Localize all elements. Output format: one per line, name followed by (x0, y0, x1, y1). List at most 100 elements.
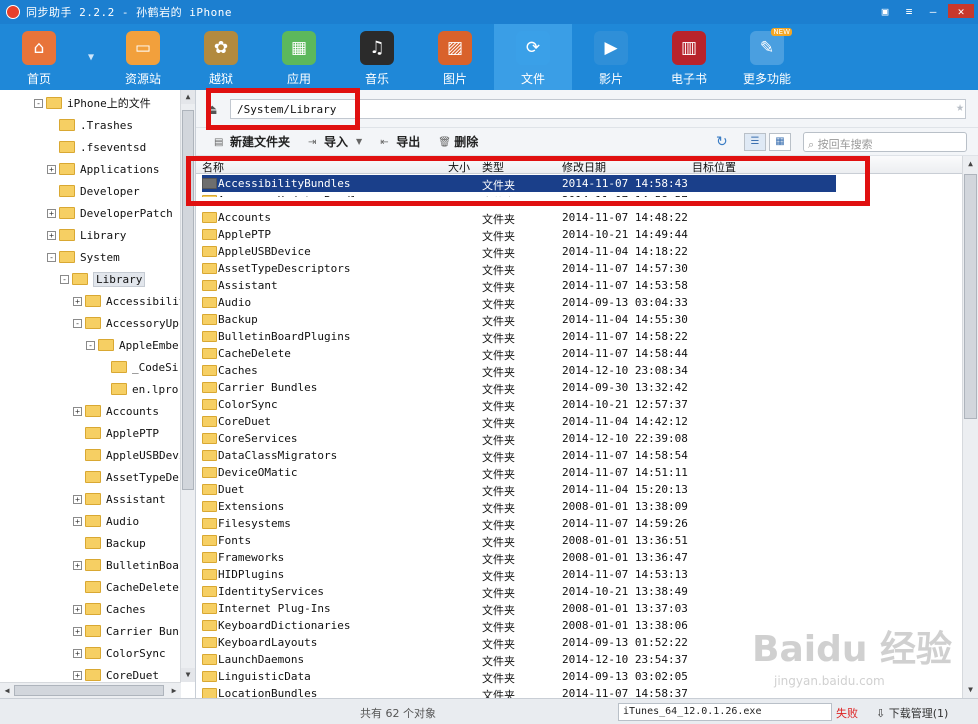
scrollbar-thumb[interactable] (14, 685, 164, 696)
file-row[interactable]: LinguisticData 文件夹 2014-09-13 03:02:05 (196, 668, 962, 685)
feedback-icon[interactable]: ▣ (876, 4, 894, 18)
scroll-up-arrow-icon[interactable]: ▲ (963, 156, 978, 172)
menu-icon[interactable]: ≡ (900, 4, 918, 18)
file-row[interactable]: LaunchDaemons 文件夹 2014-12-10 23:54:37 (196, 651, 962, 668)
file-row[interactable]: Filesystems 文件夹 2014-11-07 14:59:26 (196, 515, 962, 532)
tree-node[interactable]: - System (47, 248, 120, 266)
file-row[interactable]: ApplePTP 文件夹 2014-10-21 14:49:44 (196, 226, 962, 243)
tree-node[interactable]: _CodeSi (99, 358, 178, 376)
refresh-icon[interactable]: ↻ (716, 134, 728, 150)
expand-icon[interactable]: + (47, 230, 56, 240)
tree-node[interactable]: .Trashes (47, 116, 133, 134)
scroll-down-arrow-icon[interactable]: ▼ (963, 682, 978, 698)
tree-node[interactable]: AssetTypeDes (73, 468, 185, 486)
file-row[interactable]: Backup 文件夹 2014-11-04 14:55:30 (196, 311, 962, 328)
scroll-down-arrow-icon[interactable]: ▼ (181, 668, 195, 682)
tree-node[interactable]: - AccessoryUpc (73, 314, 185, 332)
tree-node[interactable]: en.lpro (99, 380, 178, 398)
tree-node[interactable]: - Library (60, 270, 146, 288)
file-row[interactable]: Internet Plug-Ins 文件夹 2008-01-01 13:37:03 (196, 600, 962, 617)
file-row[interactable]: Caches 文件夹 2014-12-10 23:08:34 (196, 362, 962, 379)
tree-node[interactable]: + DeveloperPatch (47, 204, 173, 222)
file-row[interactable]: LocationBundles 文件夹 2014-11-07 14:58:37 (196, 685, 962, 698)
file-row[interactable]: KeyboardLayouts 文件夹 2014-09-13 01:52:22 (196, 634, 962, 651)
collapse-icon[interactable]: - (34, 98, 43, 108)
file-row[interactable]: Frameworks 文件夹 2008-01-01 13:36:47 (196, 549, 962, 566)
expand-icon[interactable]: + (73, 626, 82, 636)
favorite-star-icon[interactable]: ★ (956, 100, 964, 115)
scroll-up-arrow-icon[interactable]: ▲ (181, 90, 195, 104)
chevron-down-icon[interactable]: ▼ (78, 24, 104, 90)
collapse-icon[interactable]: - (86, 340, 95, 350)
expand-icon[interactable]: + (47, 164, 56, 174)
tree-node[interactable]: Backup (73, 534, 146, 552)
file-row[interactable]: BulletinBoardPlugins 文件夹 2014-11-07 14:58:… (196, 328, 962, 345)
minimize-button[interactable]: — (924, 4, 942, 18)
toolbar-item-8[interactable]: ▥ 电子书 (650, 24, 728, 90)
file-row[interactable]: CoreServices 文件夹 2014-12-10 22:39:08 (196, 430, 962, 447)
file-row[interactable]: Assistant 文件夹 2014-11-07 14:53:58 (196, 277, 962, 294)
expand-icon[interactable]: + (73, 494, 82, 504)
file-row[interactable]: KeyboardDictionaries 文件夹 2008-01-01 13:38:… (196, 617, 962, 634)
grid-view-icon[interactable]: ▦ (769, 133, 791, 151)
expand-icon[interactable]: + (73, 560, 82, 570)
chevron-down-icon[interactable]: ▼ (356, 137, 362, 146)
close-button[interactable]: ✕ (948, 4, 974, 18)
list-view-icon[interactable]: ☰ (744, 133, 766, 151)
tree-node[interactable]: + Assistant (73, 490, 166, 508)
scroll-left-arrow-icon[interactable]: ◀ (0, 683, 14, 698)
download-manager-button[interactable]: ⇩ 下载管理(1) (876, 705, 948, 721)
file-row[interactable]: Duet 文件夹 2014-11-04 15:20:13 (196, 481, 962, 498)
file-row[interactable]: CoreDuet 文件夹 2014-11-04 14:42:12 (196, 413, 962, 430)
file-row[interactable]: Fonts 文件夹 2008-01-01 13:36:51 (196, 532, 962, 549)
tree-node[interactable]: + Library (47, 226, 126, 244)
toolbar-item-7[interactable]: ▶ 影片 (572, 24, 650, 90)
scroll-right-arrow-icon[interactable]: ▶ (167, 683, 181, 698)
toolbar-item-2[interactable]: ✿ 越狱 (182, 24, 260, 90)
file-row[interactable]: HIDPlugins 文件夹 2014-11-07 14:53:13 (196, 566, 962, 583)
file-row[interactable]: DataClassMigrators 文件夹 2014-11-07 14:58:54 (196, 447, 962, 464)
collapse-icon[interactable]: - (60, 274, 69, 284)
collapse-icon[interactable]: - (73, 318, 82, 328)
tree-node[interactable]: + Carrier Bunc (73, 622, 185, 640)
toolbar-item-1[interactable]: ▭ 资源站 (104, 24, 182, 90)
tree-node[interactable]: + Accessibilit (73, 292, 185, 310)
toolbar-item-3[interactable]: ▦ 应用 (260, 24, 338, 90)
expand-icon[interactable]: + (47, 208, 56, 218)
expand-icon[interactable]: + (73, 406, 82, 416)
file-row[interactable]: ColorSync 文件夹 2014-10-21 12:57:37 (196, 396, 962, 413)
tree-node[interactable]: .fseventsd (47, 138, 146, 156)
toolbar-item-9[interactable]: ✎ 更多功能 NEW (728, 24, 806, 90)
tree-node[interactable]: - AppleEmbe (86, 336, 179, 354)
toolbar-item-0[interactable]: ⌂ 首页 (0, 24, 78, 90)
collapse-icon[interactable]: - (47, 252, 56, 262)
tree-horizontal-scrollbar[interactable]: ◀ ▶ (0, 682, 181, 698)
file-row[interactable]: AssetTypeDescriptors 文件夹 2014-11-07 14:57:… (196, 260, 962, 277)
new-folder-button[interactable]: ▤ 新建文件夹 (214, 133, 290, 150)
tree-node[interactable]: AppleUSBDevi (73, 446, 185, 464)
expand-icon[interactable]: + (73, 670, 82, 680)
toolbar-item-4[interactable]: ♫ 音乐 (338, 24, 416, 90)
tree-node[interactable]: + BulletinBoar (73, 556, 185, 574)
tree-node[interactable]: + Caches (73, 600, 146, 618)
file-row[interactable]: Accounts 文件夹 2014-11-07 14:48:22 (196, 209, 962, 226)
search-input[interactable]: ⌕ 按回车搜索 (803, 132, 967, 152)
tree-node[interactable]: + Accounts (73, 402, 159, 420)
toolbar-item-5[interactable]: ▨ 图片 (416, 24, 494, 90)
export-button[interactable]: ⇤ 导出 (380, 133, 420, 150)
scrollbar-thumb[interactable] (964, 174, 977, 419)
tree-node[interactable]: + Applications (47, 160, 159, 178)
download-task[interactable]: iTunes_64_12.0.1.26.exe (618, 703, 832, 721)
file-row[interactable]: Carrier Bundles 文件夹 2014-09-30 13:32:42 (196, 379, 962, 396)
file-row[interactable]: AppleUSBDevice 文件夹 2014-11-04 14:18:22 (196, 243, 962, 260)
tree-node[interactable]: Developer (47, 182, 140, 200)
expand-icon[interactable]: + (73, 648, 82, 658)
file-row[interactable]: IdentityServices 文件夹 2014-10-21 13:38:49 (196, 583, 962, 600)
file-row[interactable]: DeviceOMatic 文件夹 2014-11-07 14:51:11 (196, 464, 962, 481)
tree-node[interactable]: ApplePTP (73, 424, 159, 442)
file-list-vertical-scrollbar[interactable]: ▲ ▼ (962, 156, 978, 698)
tree-node[interactable]: + ColorSync (73, 644, 166, 662)
tree-node[interactable]: CacheDelete (73, 578, 179, 596)
file-row[interactable]: Extensions 文件夹 2008-01-01 13:38:09 (196, 498, 962, 515)
file-row[interactable]: Audio 文件夹 2014-09-13 03:04:33 (196, 294, 962, 311)
